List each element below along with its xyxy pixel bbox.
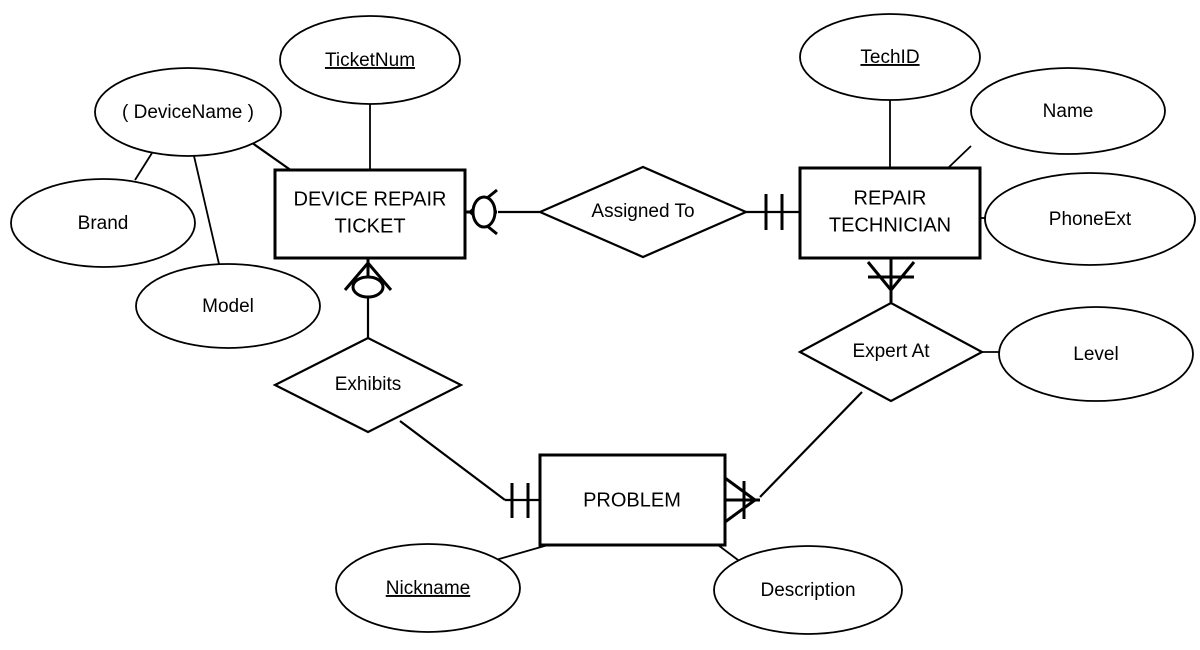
connector-devicename-to-model (193, 155, 220, 265)
attribute-model[interactable]: Model (135, 263, 321, 349)
attribute-label-ticketnum: TicketNum (325, 50, 415, 71)
cardinality-ticket-exhibits-zero-or-many (343, 258, 393, 299)
attribute-label-brand: Brand (78, 213, 129, 234)
attribute-nickname[interactable]: Nickname (335, 543, 521, 633)
relationship-expert-at[interactable]: Expert At (797, 301, 985, 403)
relationship-exhibits[interactable]: Exhibits (272, 336, 464, 434)
attribute-ticketnum[interactable]: TicketNum (279, 15, 461, 105)
attribute-level[interactable]: Level (998, 306, 1194, 402)
entity-box-repair-technician[interactable] (798, 166, 982, 260)
cardinality-problem-expertat-one-or-many (724, 476, 760, 524)
attribute-label-description: Description (760, 580, 855, 601)
entity-device-repair-ticket[interactable]: DEVICE REPAIR TICKET (273, 168, 467, 260)
relationship-label-exhibits: Exhibits (335, 374, 402, 395)
attribute-description[interactable]: Description (713, 545, 903, 635)
entity-label-device-repair-ticket-line2: TICKET (334, 215, 405, 237)
connector-expertat-to-problem (759, 391, 863, 498)
attribute-label-level: Level (1073, 344, 1118, 365)
relationship-assigned-to[interactable]: Assigned To (537, 165, 749, 259)
attribute-label-nickname: Nickname (386, 578, 470, 599)
connector-devicename-to-ticket (247, 139, 293, 172)
cardinality-circle-zero-exhibits (351, 275, 385, 299)
entity-label-repair-technician-line1: REPAIR (854, 187, 927, 209)
relationship-label-expert-at: Expert At (852, 341, 930, 362)
entity-label-repair-technician-line2: TECHNICIAN (829, 214, 951, 236)
entity-label-device-repair-ticket-line1: DEVICE REPAIR (294, 188, 447, 210)
entity-problem[interactable]: PROBLEM (538, 453, 727, 547)
connector-name-to-technician (947, 145, 972, 169)
attribute-label-name: Name (1043, 101, 1094, 122)
attribute-brand[interactable]: Brand (10, 178, 196, 268)
relationship-label-assigned-to: Assigned To (591, 201, 694, 222)
connector-exhibits-to-problem (399, 420, 506, 501)
attribute-devicename[interactable]: ( DeviceName ) (94, 67, 282, 157)
connector-nickname-to-problem (491, 544, 549, 562)
connector-devicename-to-brand (134, 152, 153, 181)
entity-box-device-repair-ticket[interactable] (273, 168, 467, 260)
attribute-techid[interactable]: TechID (799, 13, 981, 101)
cardinality-ticket-assignedto-zero-or-many (465, 188, 498, 236)
attribute-label-phoneext: PhoneExt (1049, 209, 1132, 230)
attribute-name[interactable]: Name (970, 67, 1166, 155)
attribute-label-techid: TechID (860, 47, 919, 68)
cardinality-technician-expertat-one-or-many (866, 258, 916, 303)
entity-label-problem: PROBLEM (583, 489, 681, 511)
entity-repair-technician[interactable]: REPAIR TECHNICIAN (798, 166, 982, 260)
cardinality-circle-zero (471, 195, 497, 229)
er-diagram-canvas: DEVICE REPAIR TICKET REPAIR TECHNICIAN P… (0, 0, 1200, 650)
attribute-label-model: Model (202, 296, 254, 317)
attribute-phoneext[interactable]: PhoneExt (984, 172, 1196, 266)
attribute-label-devicename: ( DeviceName ) (122, 102, 254, 123)
